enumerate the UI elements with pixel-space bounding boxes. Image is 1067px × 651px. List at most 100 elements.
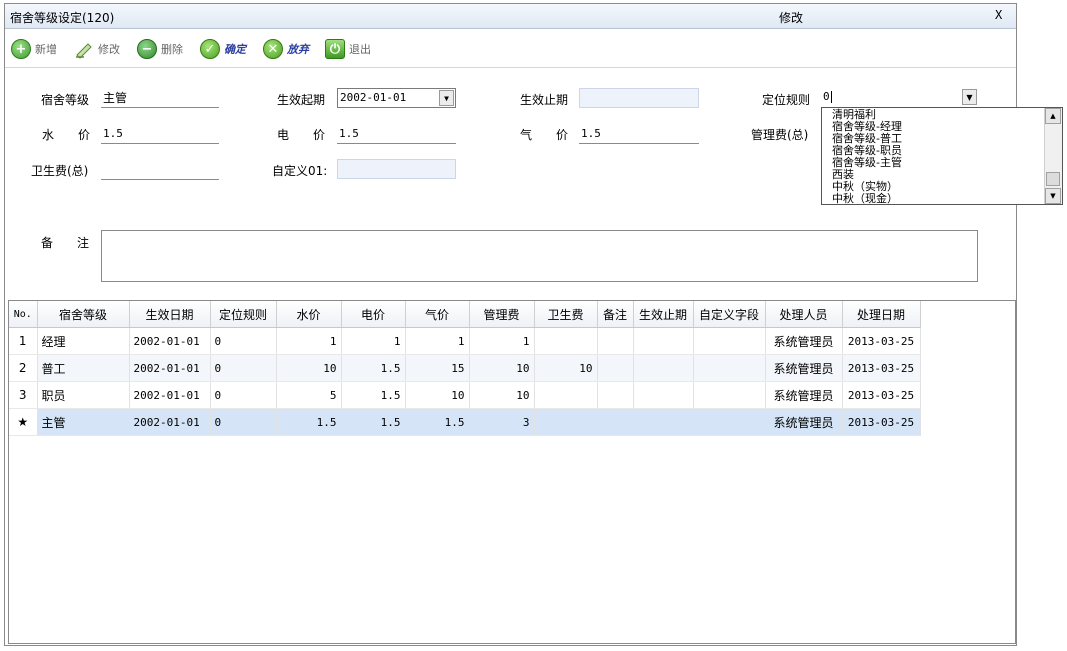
cell-rule: 0 <box>210 327 277 355</box>
col-header-pdate[interactable]: 处理日期 <box>842 301 921 328</box>
cell-date: 2002-01-01 <box>129 408 211 436</box>
grid-header-row: No. 宿舍等级 生效日期 定位规则 水价 电价 气价 管理费 卫生费 备注 生… <box>9 301 921 328</box>
data-grid[interactable]: No. 宿舍等级 生效日期 定位规则 水价 电价 气价 管理费 卫生费 备注 生… <box>8 300 1016 644</box>
col-header-no[interactable]: No. <box>9 301 38 328</box>
confirm-label: 确定 <box>224 43 246 56</box>
col-header-date[interactable]: 生效日期 <box>129 301 211 328</box>
dropdown-scrollbar[interactable]: ▲ ▼ <box>1044 108 1062 204</box>
cell-user: 系统管理员 <box>765 354 843 382</box>
cell-elec: 1.5 <box>341 381 406 409</box>
cell-no: 2 <box>9 354 38 382</box>
power-icon: ⏻ <box>325 39 345 59</box>
table-row-selected[interactable]: ★ 主管 2002-01-01 0 1.5 1.5 1.5 3 系统管理员 20… <box>9 408 921 436</box>
custom-field[interactable] <box>337 159 456 179</box>
col-header-sanit[interactable]: 卫生费 <box>534 301 598 328</box>
table-row[interactable]: 1 经理 2002-01-01 0 1 1 1 1 系统管理员 2013-03-… <box>9 327 921 355</box>
window-title: 宿舍等级设定(120) <box>10 11 115 25</box>
abandon-label: 放弃 <box>287 43 309 56</box>
dropdown-option[interactable]: 西装 <box>832 169 854 180</box>
cell-rule: 0 <box>210 381 277 409</box>
plus-icon: + <box>11 39 31 59</box>
start-date-picker[interactable]: 2002-01-01 ▼ <box>337 88 456 108</box>
table-row[interactable]: 3 职员 2002-01-01 0 5 1.5 10 10 系统管理员 2013… <box>9 381 921 409</box>
cell-rule: 0 <box>210 408 277 436</box>
cell-water: 1 <box>276 327 342 355</box>
current-row-star-icon: ★ <box>9 408 38 436</box>
chevron-down-icon[interactable]: ▼ <box>962 89 977 105</box>
col-header-water[interactable]: 水价 <box>276 301 342 328</box>
cell-date: 2002-01-01 <box>129 381 211 409</box>
rule-combo[interactable]: 0 ▼ <box>821 88 978 108</box>
cell-user: 系统管理员 <box>765 327 843 355</box>
dropdown-option[interactable]: 宿舍等级-经理 <box>832 121 902 132</box>
remark-label: 备 注 <box>41 236 90 250</box>
chevron-down-icon[interactable]: ▼ <box>439 90 454 106</box>
dropdown-option[interactable]: 宿舍等级-普工 <box>832 133 902 144</box>
col-header-end[interactable]: 生效止期 <box>633 301 694 328</box>
dropdown-option[interactable]: 宿舍等级-职员 <box>832 145 902 156</box>
water-label: 水 价 <box>42 128 91 142</box>
scroll-down-icon[interactable]: ▼ <box>1045 188 1061 204</box>
col-header-mgmt[interactable]: 管理费 <box>469 301 535 328</box>
close-button[interactable]: X <box>995 8 1002 22</box>
cell-elec: 1 <box>341 327 406 355</box>
add-button[interactable]: + 新增 <box>11 37 57 61</box>
dropdown-option[interactable]: 中秋（实物） <box>832 181 898 192</box>
cell-end <box>633 381 694 409</box>
abandon-button[interactable]: ✕ 放弃 <box>263 37 309 61</box>
cell-rule: 0 <box>210 354 277 382</box>
end-date-field[interactable] <box>579 88 699 108</box>
cell-sanit: 10 <box>534 354 598 382</box>
rule-label: 定位规则 <box>762 93 811 107</box>
gas-label: 气 价 <box>520 128 569 142</box>
confirm-button[interactable]: ✓ 确定 <box>200 37 246 61</box>
scroll-up-icon[interactable]: ▲ <box>1045 108 1061 124</box>
remark-textarea[interactable] <box>101 230 978 282</box>
cell-no: 3 <box>9 381 38 409</box>
cell-level: 职员 <box>37 381 130 409</box>
elec-field[interactable]: 1.5 <box>337 124 456 144</box>
cell-pdate: 2013-03-25 <box>842 381 921 409</box>
minus-icon: − <box>137 39 157 59</box>
cell-custom <box>693 327 766 355</box>
col-header-user[interactable]: 处理人员 <box>765 301 843 328</box>
cell-sanit <box>534 381 598 409</box>
cell-sanit <box>534 327 598 355</box>
start-date-label: 生效起期 <box>277 93 326 107</box>
water-field[interactable]: 1.5 <box>101 124 219 144</box>
dropdown-option[interactable]: 清明福利 <box>832 109 876 120</box>
cell-elec: 1.5 <box>341 408 406 436</box>
end-date-label: 生效止期 <box>520 93 569 107</box>
add-label: 新增 <box>35 43 57 56</box>
cell-gas: 15 <box>405 354 470 382</box>
cell-date: 2002-01-01 <box>129 354 211 382</box>
delete-button[interactable]: − 删除 <box>137 37 183 61</box>
level-field[interactable]: 主管 <box>101 88 219 108</box>
edit-button[interactable]: 修改 <box>74 37 120 61</box>
delete-label: 删除 <box>161 43 183 56</box>
cancel-icon: ✕ <box>263 39 283 59</box>
col-header-level[interactable]: 宿舍等级 <box>37 301 130 328</box>
col-header-rule[interactable]: 定位规则 <box>210 301 277 328</box>
text-caret <box>831 91 832 103</box>
table-row[interactable]: 2 普工 2002-01-01 0 10 1.5 15 10 10 系统管理员 … <box>9 354 921 382</box>
col-header-custom[interactable]: 自定义字段 <box>693 301 766 328</box>
cell-mgmt: 10 <box>469 381 535 409</box>
gas-field[interactable]: 1.5 <box>579 124 699 144</box>
toolbar-divider <box>5 67 1016 68</box>
cell-custom <box>693 354 766 382</box>
cell-user: 系统管理员 <box>765 408 843 436</box>
col-header-gas[interactable]: 气价 <box>405 301 470 328</box>
mode-indicator: 修改 <box>779 11 804 25</box>
col-header-elec[interactable]: 电价 <box>341 301 406 328</box>
cell-gas: 1.5 <box>405 408 470 436</box>
rule-dropdown-list[interactable]: 清明福利 宿舍等级-经理 宿舍等级-普工 宿舍等级-职员 宿舍等级-主管 西装 … <box>821 107 1063 205</box>
sanitation-fee-field[interactable] <box>101 160 219 180</box>
exit-button[interactable]: ⏻ 退出 <box>325 37 371 61</box>
cell-elec: 1.5 <box>341 354 406 382</box>
dropdown-option[interactable]: 宿舍等级-主管 <box>832 157 902 168</box>
dropdown-option[interactable]: 中秋（现金） <box>832 193 898 204</box>
col-header-remark[interactable]: 备注 <box>597 301 634 328</box>
edit-label: 修改 <box>98 43 120 56</box>
scrollbar-thumb[interactable] <box>1046 172 1060 186</box>
